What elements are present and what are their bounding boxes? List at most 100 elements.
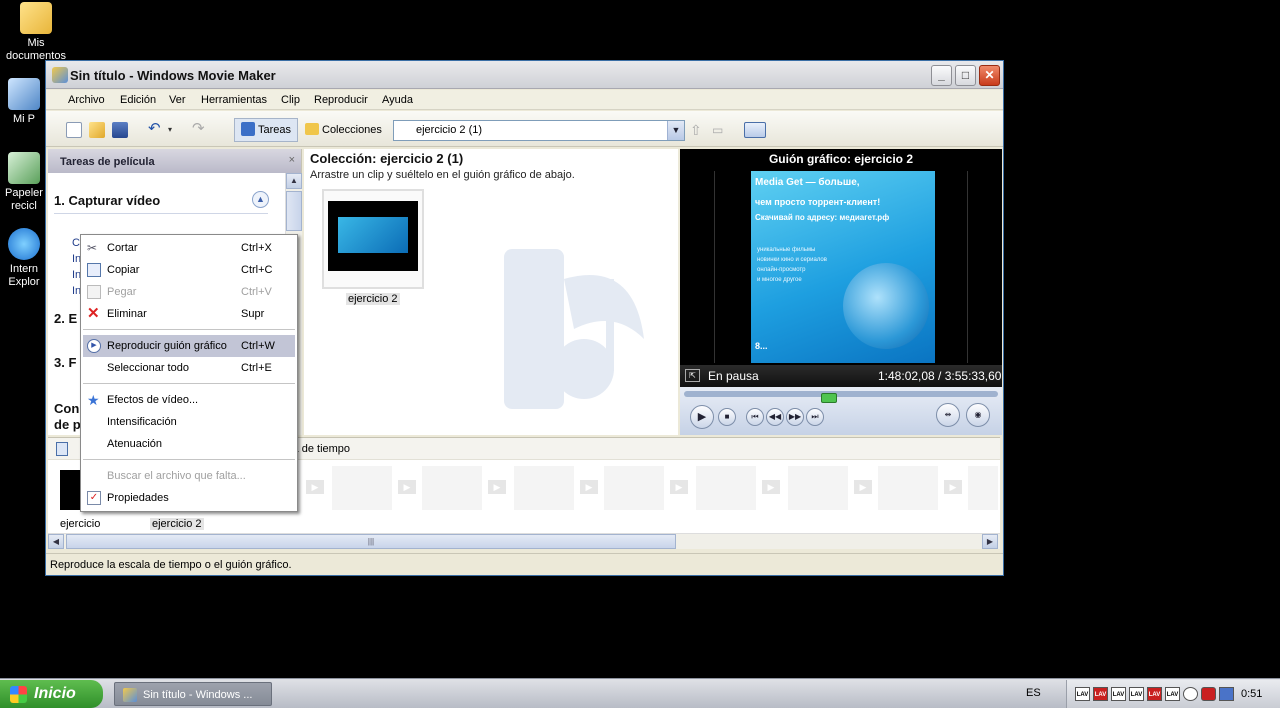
copy-icon: [87, 263, 101, 277]
tasks-button[interactable]: Tareas: [234, 118, 299, 142]
scroll-right-icon[interactable]: ▶: [982, 534, 998, 549]
lav-filter-icon[interactable]: LAV: [1165, 687, 1180, 701]
title-bar[interactable]: Sin título - Windows Movie Maker _ □ ✕: [46, 61, 1003, 89]
storyboard-toggle-icon[interactable]: [56, 442, 68, 456]
transition-arrow-icon[interactable]: ▶: [670, 480, 688, 494]
start-button[interactable]: Inicio: [0, 680, 103, 708]
system-tray-icon[interactable]: [1219, 687, 1234, 701]
task-section-tips[interactable]: Con: [54, 401, 79, 416]
preview-status-bar: ⇱ En pausa 1:48:02,08 / 3:55:33,60: [680, 365, 1002, 387]
ctx-video-effects[interactable]: ★ Efectos de vídeo...: [83, 389, 295, 411]
clock[interactable]: 0:51: [1241, 688, 1262, 700]
collections-button[interactable]: Colecciones: [298, 118, 389, 142]
lav-filter-icon[interactable]: LAV: [1129, 687, 1144, 701]
storyboard-empty-frame[interactable]: [514, 466, 574, 510]
transition-arrow-icon[interactable]: ▶: [944, 480, 962, 494]
ctx-play-storyboard[interactable]: ▶ Reproducir guión gráfico Ctrl+W: [83, 335, 295, 357]
ctx-delete[interactable]: ✕ Eliminar Supr: [83, 303, 295, 325]
scroll-left-icon[interactable]: ◀: [48, 534, 64, 549]
split-clip-icon[interactable]: ⇹: [936, 403, 960, 427]
desktop-icon-recycle-bin[interactable]: Papeler recicl: [0, 152, 48, 213]
task-section-edit[interactable]: 2. E: [54, 311, 77, 326]
stop-icon[interactable]: ■: [718, 408, 736, 426]
ctx-fade-out[interactable]: Atenuación: [83, 433, 295, 455]
collapse-chevron-up-icon[interactable]: ▲: [252, 191, 269, 208]
next-frame-icon[interactable]: ⏭: [806, 408, 824, 426]
collection-select[interactable]: ejercicio 2 (1) ▼: [393, 120, 685, 141]
transition-arrow-icon[interactable]: ▶: [762, 480, 780, 494]
network-icon[interactable]: [1183, 687, 1198, 701]
menu-reproducir[interactable]: Reproducir: [314, 94, 368, 106]
menu-edicion[interactable]: Edición: [120, 94, 156, 106]
scroll-up-icon[interactable]: ▲: [286, 173, 302, 189]
close-button[interactable]: ✕: [979, 65, 1000, 86]
undo-dropdown-icon[interactable]: ▾: [168, 122, 184, 138]
transition-arrow-icon[interactable]: ▶: [580, 480, 598, 494]
rewind-icon[interactable]: ◀◀: [766, 408, 784, 426]
view-options-icon[interactable]: [744, 122, 766, 138]
play-icon[interactable]: ▶: [690, 405, 714, 429]
transition-arrow-icon[interactable]: ▶: [854, 480, 872, 494]
menu-archivo[interactable]: Archivo: [68, 94, 105, 106]
close-icon[interactable]: ×: [289, 154, 295, 166]
clip-thumbnail: [328, 201, 418, 271]
menu-clip[interactable]: Clip: [281, 94, 300, 106]
task-link[interactable]: C: [72, 237, 80, 249]
fast-forward-icon[interactable]: ▶▶: [786, 408, 804, 426]
storyboard-empty-frame[interactable]: [604, 466, 664, 510]
preview-video-screen: Media Get — больше, чем просто торрент-к…: [751, 171, 935, 363]
seek-bar-knob[interactable]: [821, 393, 837, 403]
transition-arrow-icon[interactable]: ▶: [488, 480, 506, 494]
desktop-icon-my-documents[interactable]: Mis documentos: [0, 2, 72, 63]
storyboard-empty-frame[interactable]: [878, 466, 938, 510]
open-project-icon[interactable]: [89, 122, 105, 138]
security-shield-icon[interactable]: [1201, 687, 1216, 701]
transition-arrow-icon[interactable]: ▶: [398, 480, 416, 494]
scroll-thumb[interactable]: [286, 191, 302, 231]
collection-clip[interactable]: [322, 189, 424, 289]
desktop-icon-internet-explorer[interactable]: Intern Explor: [0, 228, 48, 289]
scroll-thumb[interactable]: |||: [66, 534, 676, 549]
fullscreen-icon[interactable]: ⇱: [685, 369, 700, 382]
storyboard-empty-frame[interactable]: [332, 466, 392, 510]
storyboard-empty-frame[interactable]: [968, 466, 998, 510]
storyboard-scrollbar[interactable]: ◀ ||| ▶: [48, 533, 1000, 549]
section-divider: [54, 213, 268, 214]
undo-icon[interactable]: ↶: [148, 121, 164, 138]
chevron-down-icon[interactable]: ▼: [667, 121, 684, 140]
language-indicator[interactable]: ES: [1026, 687, 1041, 699]
menu-ver[interactable]: Ver: [169, 94, 186, 106]
delete-icon: ✕: [87, 305, 100, 322]
new-project-icon[interactable]: [66, 122, 82, 138]
lav-filter-icon[interactable]: LAV: [1075, 687, 1090, 701]
save-project-icon[interactable]: [112, 122, 128, 138]
menu-ayuda[interactable]: Ayuda: [382, 94, 413, 106]
desktop-icon-my-computer[interactable]: Mi P: [0, 78, 48, 126]
transition-arrow-icon[interactable]: ▶: [306, 480, 324, 494]
storyboard-empty-frame[interactable]: [696, 466, 756, 510]
preview-monitor: Guión gráfico: ejercicio 2 Media Get — б…: [680, 149, 1002, 435]
lav-filter-icon[interactable]: LAV: [1093, 687, 1108, 701]
lav-filter-icon[interactable]: LAV: [1147, 687, 1162, 701]
ctx-copy[interactable]: Copiar Ctrl+C: [83, 259, 295, 281]
scissors-icon: ✂: [87, 241, 98, 255]
clip-label[interactable]: ejercicio 2: [346, 293, 400, 305]
maximize-button[interactable]: □: [955, 65, 976, 86]
menu-herramientas[interactable]: Herramientas: [201, 94, 267, 106]
ctx-properties[interactable]: ✓ Propiedades: [83, 487, 295, 509]
lav-filter-icon[interactable]: LAV: [1111, 687, 1126, 701]
storyboard-empty-frame[interactable]: [788, 466, 848, 510]
ctx-label: Reproducir guión gráfico: [107, 340, 227, 352]
storyboard-empty-frame[interactable]: [422, 466, 482, 510]
seek-bar[interactable]: [684, 391, 998, 403]
ctx-cut[interactable]: ✂ Cortar Ctrl+X: [83, 237, 295, 259]
previous-frame-icon[interactable]: ⏮: [746, 408, 764, 426]
ctx-fade-in[interactable]: Intensificación: [83, 411, 295, 433]
take-picture-icon[interactable]: ◉: [966, 403, 990, 427]
task-section-capture[interactable]: 1. Capturar vídeo: [54, 193, 160, 208]
taskbar-window-button[interactable]: Sin título - Windows ...: [114, 682, 272, 706]
ctx-select-all[interactable]: Seleccionar todo Ctrl+E: [83, 357, 295, 379]
ctx-label: Pegar: [107, 286, 137, 298]
task-section-finish[interactable]: 3. F: [54, 355, 76, 370]
minimize-button[interactable]: _: [931, 65, 952, 86]
